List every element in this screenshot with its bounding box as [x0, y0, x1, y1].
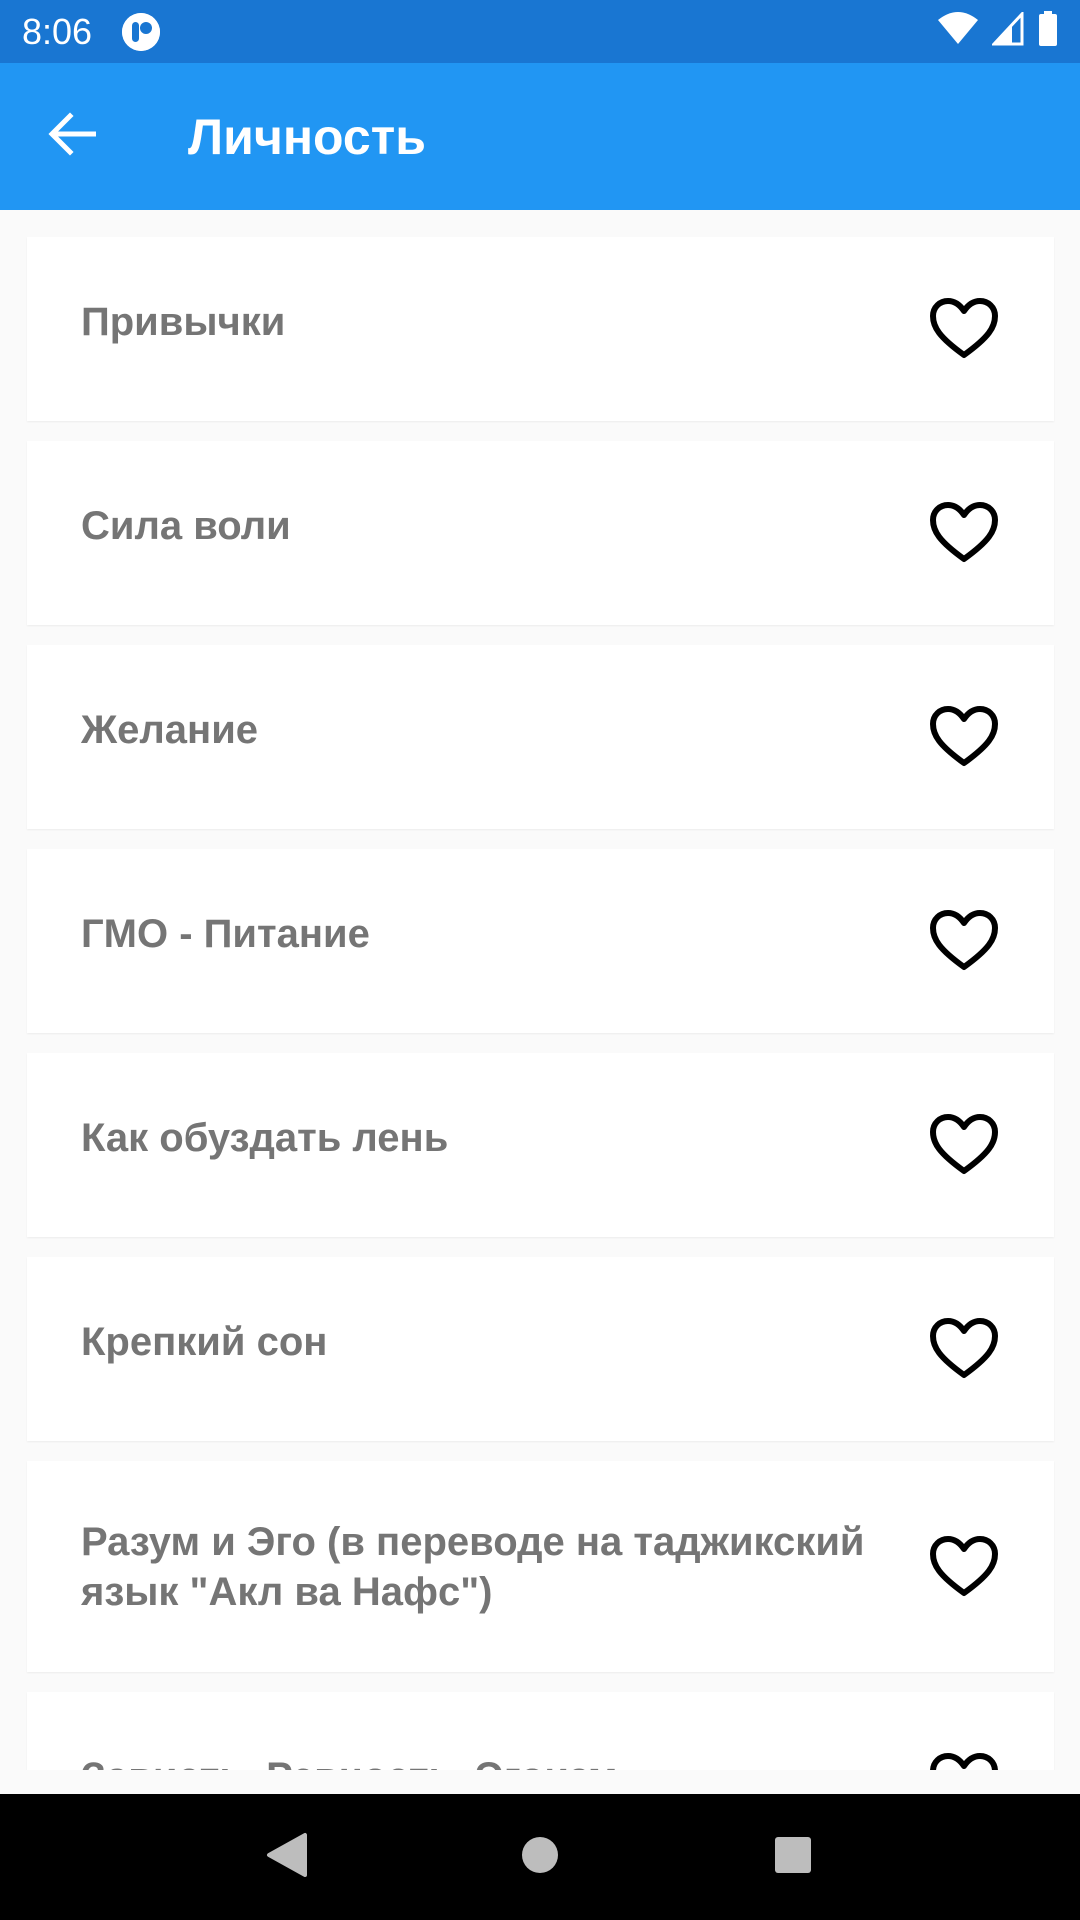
- heart-outline-icon[interactable]: [928, 1109, 1000, 1181]
- list-item-label: Желание: [81, 708, 259, 752]
- notification-app-icon: [122, 12, 161, 51]
- list-item-label: Привычки: [81, 300, 286, 344]
- back-button[interactable]: [22, 87, 122, 187]
- heart-outline-icon[interactable]: [928, 293, 1000, 365]
- topic-list[interactable]: Привычки Сила воли Желание ГМО - Питание…: [0, 210, 1080, 1770]
- list-item-label: Как обуздать лень: [81, 1116, 449, 1160]
- list-item-label: Крепкий сон: [81, 1320, 328, 1364]
- list-item-label: ГМО - Питание: [81, 912, 370, 956]
- list-item[interactable]: Крепкий сон: [27, 1257, 1054, 1441]
- status-bar: 8:06: [0, 0, 1080, 63]
- nav-home-button[interactable]: [500, 1817, 580, 1897]
- list-item[interactable]: Сила воли: [27, 441, 1054, 625]
- circle-home-icon: [520, 1835, 560, 1880]
- triangle-back-icon: [265, 1831, 309, 1884]
- list-item-label: Разум и Эго (в переводе на таджикский яз…: [81, 1519, 865, 1614]
- heart-outline-icon[interactable]: [928, 905, 1000, 977]
- nav-back-button[interactable]: [247, 1817, 327, 1897]
- list-item-label: Сила воли: [81, 504, 291, 548]
- status-indicators: [938, 10, 1058, 52]
- list-item[interactable]: ГМО - Питание: [27, 849, 1054, 1033]
- nav-recents-button[interactable]: [753, 1817, 833, 1897]
- heart-outline-icon[interactable]: [928, 1748, 1000, 1770]
- page-title: Личность: [188, 108, 426, 165]
- list-item[interactable]: Привычки: [27, 237, 1054, 421]
- heart-outline-icon[interactable]: [928, 497, 1000, 569]
- battery-icon: [1038, 11, 1058, 52]
- heart-outline-icon[interactable]: [928, 1313, 1000, 1385]
- square-recents-icon: [773, 1835, 813, 1880]
- heart-outline-icon[interactable]: [928, 1531, 1000, 1603]
- list-item-label: Зависть, Ревность, Эгоизм: [81, 1752, 928, 1770]
- app-bar: Личность: [0, 63, 1080, 210]
- list-item[interactable]: Желание: [27, 645, 1054, 829]
- list-item[interactable]: Разум и Эго (в переводе на таджикский яз…: [27, 1461, 1054, 1672]
- system-navigation-bar: [0, 1794, 1080, 1920]
- arrow-left-icon: [48, 112, 97, 161]
- heart-outline-icon[interactable]: [928, 701, 1000, 773]
- cellular-signal-icon: [990, 10, 1024, 51]
- status-time: 8:06: [22, 10, 93, 52]
- list-item[interactable]: Как обуздать лень: [27, 1053, 1054, 1237]
- wifi-icon: [938, 12, 978, 51]
- list-item[interactable]: Зависть, Ревность, Эгоизм: [27, 1692, 1054, 1770]
